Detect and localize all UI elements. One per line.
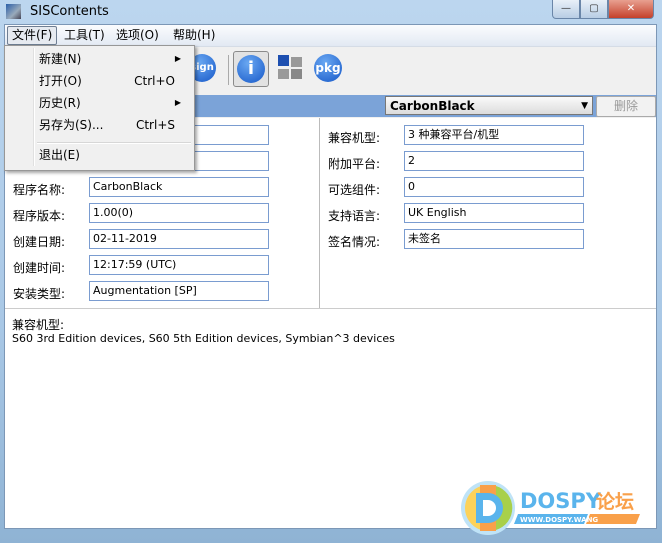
menu-help[interactable]: 帮助(H): [169, 27, 219, 44]
svg-text:WWW.DOSPY.WANG: WWW.DOSPY.WANG: [520, 516, 598, 524]
delete-button[interactable]: 删除: [596, 96, 656, 117]
program-name-field[interactable]: CarbonBlack: [89, 177, 269, 197]
menu-item-label: 另存为(S)...: [39, 118, 104, 132]
extra-platform-field[interactable]: 2: [404, 151, 584, 171]
install-type-label: 安装类型:: [13, 287, 66, 301]
menu-item-save-as[interactable]: 另存为(S)... Ctrl+S: [39, 115, 189, 135]
chevron-down-icon: ▼: [581, 101, 588, 111]
app-icon: [6, 4, 21, 19]
menu-item-label: 退出(E): [39, 148, 80, 162]
menu-separator: [37, 142, 191, 144]
compat-label: 兼容机型:: [328, 131, 381, 145]
components-button[interactable]: [273, 51, 307, 85]
create-time-label: 创建时间:: [13, 261, 66, 275]
pkg-button[interactable]: pkg: [311, 51, 345, 85]
package-select[interactable]: CarbonBlack ▼: [385, 96, 593, 115]
toolbar-separator: [228, 55, 229, 85]
svg-text:DOSPY: DOSPY: [520, 489, 602, 513]
signature-label: 签名情况:: [328, 235, 381, 249]
extra-platform-label: 附加平台:: [328, 157, 381, 171]
create-time-field[interactable]: 12:17:59 (UTC): [89, 255, 269, 275]
close-button[interactable]: ✕: [608, 0, 654, 19]
dospy-watermark-logo: DOSPY 论坛 WWW.DOSPY.WANG: [461, 481, 640, 535]
divider: [5, 308, 656, 309]
window-title: SISContents: [30, 4, 109, 19]
menu-item-label: 历史(R): [39, 96, 81, 110]
language-field[interactable]: UK English: [404, 203, 584, 223]
program-version-label: 程序版本:: [13, 209, 66, 223]
info-button[interactable]: i: [233, 51, 269, 87]
program-name-label: 程序名称:: [13, 183, 66, 197]
minimize-button[interactable]: —: [552, 0, 580, 19]
compat-field[interactable]: 3 种兼容平台/机型: [404, 125, 584, 145]
menu-file[interactable]: 文件(F): [7, 26, 58, 45]
pkg-icon: pkg: [314, 54, 342, 82]
language-label: 支持语言:: [328, 209, 381, 223]
maximize-button[interactable]: ▢: [580, 0, 608, 19]
shortcut-label: Ctrl+O: [134, 74, 175, 88]
signature-field[interactable]: 未签名: [404, 229, 584, 249]
install-type-field[interactable]: Augmentation [SP]: [89, 281, 269, 301]
divider: [319, 118, 320, 308]
create-date-label: 创建日期:: [13, 235, 66, 249]
info-icon: i: [237, 55, 265, 83]
optional-components-field[interactable]: 0: [404, 177, 584, 197]
blocks-icon: [278, 55, 302, 79]
package-select-value: CarbonBlack: [390, 99, 475, 113]
menu-item-exit[interactable]: 退出(E): [39, 145, 189, 165]
optional-components-label: 可选组件:: [328, 183, 381, 197]
menu-item-history[interactable]: 历史(R) ▶: [39, 93, 189, 113]
menu-item-label: 打开(O): [39, 74, 82, 88]
menu-item-new[interactable]: 新建(N) ▶: [39, 49, 189, 69]
svg-text:论坛: 论坛: [596, 490, 634, 513]
shortcut-label: Ctrl+S: [135, 118, 175, 132]
compat-devices-label: 兼容机型:: [12, 318, 65, 332]
submenu-arrow-icon: ▶: [174, 98, 181, 107]
menu-options[interactable]: 选项(O): [112, 27, 163, 44]
menu-item-label: 新建(N): [39, 52, 82, 66]
app-window: SISContents — ▢ ✕ 文件(F) 工具(T) 选项(O) 帮助(H…: [0, 0, 662, 543]
compat-devices-text: S60 3rd Edition devices, S60 5th Edition…: [12, 332, 395, 345]
menu-tools[interactable]: 工具(T): [60, 27, 109, 44]
menu-item-open[interactable]: 打开(O) Ctrl+O: [39, 71, 189, 91]
info-panel: 程序名称: CarbonBlack 程序版本: 1.00(0) 创建日期: 02…: [5, 118, 656, 528]
menu-bar: 文件(F) 工具(T) 选项(O) 帮助(H): [5, 25, 656, 47]
submenu-arrow-icon: ▶: [174, 54, 181, 63]
create-date-field[interactable]: 02-11-2019: [89, 229, 269, 249]
program-version-field[interactable]: 1.00(0): [89, 203, 269, 223]
file-menu-dropdown: 新建(N) ▶ 打开(O) Ctrl+O 历史(R) ▶ 另存为(S)... Ctrl+…: [4, 45, 195, 171]
